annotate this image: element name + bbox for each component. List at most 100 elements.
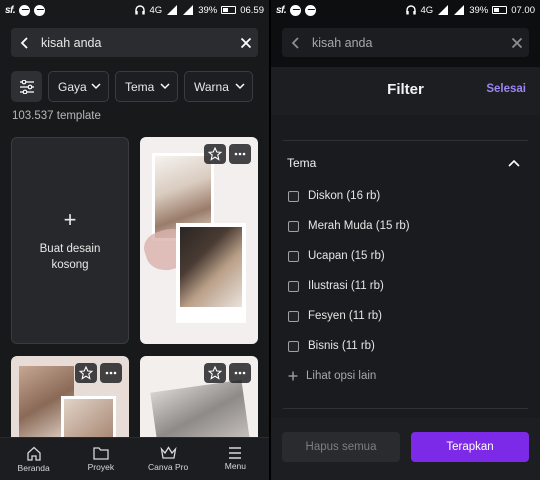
sliders-icon: [19, 79, 34, 94]
theme-dropdown-label: Tema: [125, 79, 155, 94]
filter-option-label: Fesyen (11 rb): [308, 310, 382, 322]
plus-icon: [288, 371, 298, 381]
bottom-navigation: Beranda Proyek Canva Pro Menu: [0, 437, 269, 480]
favorite-button[interactable]: [75, 363, 97, 383]
close-icon[interactable]: [511, 37, 523, 49]
color-dropdown-label: Warna: [194, 79, 229, 94]
search-bar[interactable]: kisah anda: [282, 28, 529, 57]
search-input[interactable]: kisah anda: [41, 36, 240, 50]
nav-projects-label: Proyek: [87, 462, 115, 472]
more-horizontal-icon: [105, 371, 117, 375]
nav-menu[interactable]: Menu: [205, 447, 265, 471]
headphones-icon: [134, 5, 145, 15]
filter-settings-button[interactable]: [11, 71, 42, 102]
template-card[interactable]: [11, 356, 129, 446]
chevron-down-icon: [91, 83, 101, 90]
search-input[interactable]: kisah anda: [312, 36, 511, 50]
show-more-options[interactable]: Lihat opsi lain: [288, 370, 376, 382]
favorite-button[interactable]: [204, 144, 226, 164]
more-options-button[interactable]: [229, 363, 251, 383]
signal-icon: [438, 5, 449, 15]
more-options-button[interactable]: [229, 144, 251, 164]
home-icon: [26, 446, 41, 461]
style-dropdown[interactable]: Gaya: [48, 71, 109, 102]
close-icon[interactable]: [240, 37, 252, 49]
clear-all-button[interactable]: Hapus semua: [282, 432, 400, 462]
filter-option[interactable]: Diskon (16 rb): [288, 190, 380, 202]
apply-button[interactable]: Terapkan: [411, 432, 529, 462]
checkbox[interactable]: [288, 250, 299, 262]
carrier-logo: sf.: [5, 4, 16, 16]
done-button[interactable]: Selesai: [486, 83, 526, 95]
chevron-down-icon: [235, 83, 245, 90]
star-icon: [79, 366, 93, 380]
clock: 07.00: [511, 4, 535, 16]
filter-option[interactable]: Bisnis (11 rb): [288, 340, 375, 352]
messenger-icon: [290, 4, 302, 16]
more-horizontal-icon: [234, 152, 246, 156]
more-horizontal-icon: [234, 371, 246, 375]
signal-icon: [183, 5, 194, 15]
network-type: 4G: [149, 4, 163, 16]
checkbox[interactable]: [288, 190, 299, 202]
filter-option[interactable]: Fesyen (11 rb): [288, 310, 382, 322]
status-bar: sf. 4G 39% 07.00: [271, 0, 540, 20]
battery-percent: 39%: [469, 4, 489, 16]
star-icon: [208, 147, 222, 161]
chevron-up-icon: [508, 159, 520, 167]
filter-option-label: Bisnis (11 rb): [308, 340, 375, 352]
battery-icon: [221, 6, 237, 14]
favorite-button[interactable]: [204, 363, 226, 383]
theme-section-header[interactable]: Tema: [287, 156, 520, 170]
messenger-icon: [19, 4, 31, 16]
color-dropdown[interactable]: Warna: [184, 71, 253, 102]
template-card[interactable]: [140, 137, 258, 344]
chevron-down-icon: [160, 83, 170, 90]
template-photo: [176, 223, 246, 323]
back-arrow-icon[interactable]: [19, 36, 31, 49]
filter-option[interactable]: Ucapan (15 rb): [288, 250, 385, 262]
show-more-label: Lihat opsi lain: [306, 370, 377, 382]
nav-menu-label: Menu: [224, 461, 246, 471]
network-type: 4G: [420, 4, 434, 16]
style-dropdown-label: Gaya: [58, 79, 87, 94]
status-bar: sf. 4G 39% 06.59: [0, 0, 269, 20]
theme-dropdown[interactable]: Tema: [115, 71, 178, 102]
template-card[interactable]: [140, 356, 258, 446]
menu-icon: [229, 447, 242, 459]
filter-option[interactable]: Merah Muda (15 rb): [288, 220, 410, 232]
filter-row: Gaya Tema Warna: [11, 71, 258, 102]
checkbox[interactable]: [288, 220, 299, 232]
signal-icon: [454, 5, 465, 15]
create-blank-design-card[interactable]: + Buat desain kosong: [11, 137, 129, 344]
messenger-icon: [34, 4, 46, 16]
crown-icon: [160, 446, 177, 459]
nav-canva-pro[interactable]: Canva Pro: [138, 446, 198, 472]
nav-home-label: Beranda: [17, 462, 50, 473]
plus-icon: +: [63, 206, 77, 232]
star-icon: [208, 366, 222, 380]
nav-canva-pro-label: Canva Pro: [148, 462, 189, 472]
divider: [283, 140, 528, 141]
divider: [283, 408, 528, 409]
battery-icon: [492, 6, 508, 14]
back-arrow-icon[interactable]: [290, 36, 302, 49]
nav-home[interactable]: Beranda: [4, 446, 64, 473]
nav-projects[interactable]: Proyek: [71, 446, 131, 472]
filter-screen: sf. 4G 39% 07.00 kisah anda Filter Seles…: [271, 0, 540, 480]
filter-option-label: Ucapan (15 rb): [308, 250, 385, 262]
search-bar[interactable]: kisah anda: [11, 28, 258, 57]
folder-icon: [93, 447, 109, 460]
checkbox[interactable]: [288, 340, 299, 352]
filter-option-label: Merah Muda (15 rb): [308, 220, 410, 232]
more-options-button[interactable]: [100, 363, 122, 383]
checkbox[interactable]: [288, 280, 299, 292]
signal-icon: [167, 5, 178, 15]
filter-option-label: Diskon (16 rb): [308, 190, 381, 202]
template-search-screen: sf. 4G 39% 06.59 kisah anda Gaya Tema Wa…: [0, 0, 269, 480]
create-blank-label: Buat desain kosong: [39, 242, 101, 271]
filter-option[interactable]: Ilustrasi (11 rb): [288, 280, 384, 292]
theme-section-title: Tema: [287, 156, 317, 170]
checkbox[interactable]: [288, 310, 299, 322]
battery-percent: 39%: [198, 4, 218, 16]
